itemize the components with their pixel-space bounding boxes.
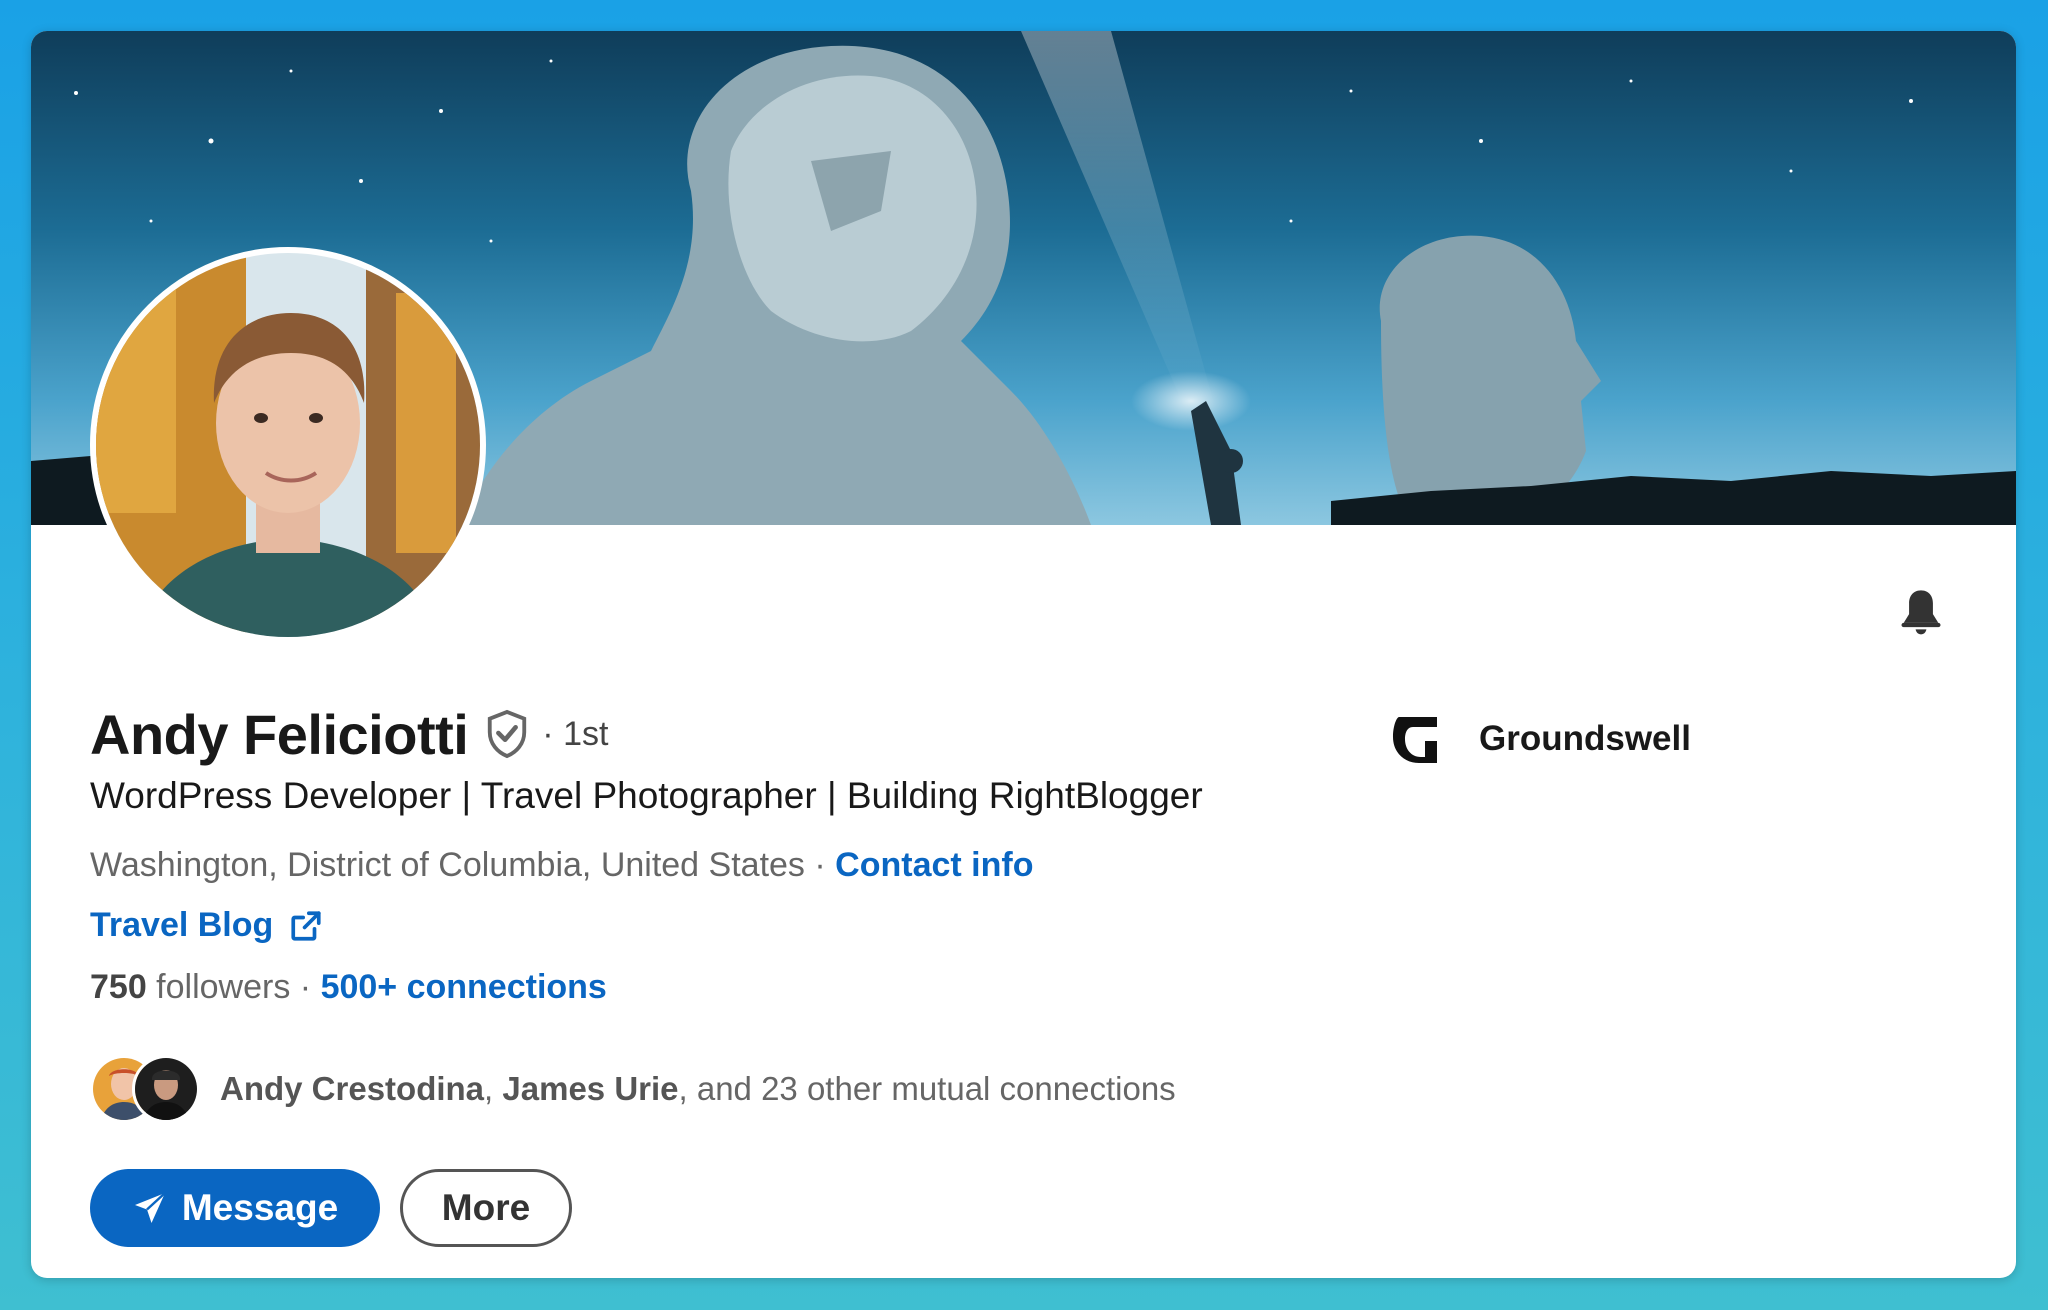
more-button[interactable]: More — [400, 1169, 572, 1247]
company-name: Groundswell — [1479, 719, 1691, 758]
action-buttons: Message More — [90, 1169, 572, 1247]
contact-info-link[interactable]: Contact info — [835, 846, 1033, 884]
profile-photo[interactable] — [90, 247, 486, 643]
message-button[interactable]: Message — [90, 1169, 380, 1247]
groundswell-logo-icon — [1389, 711, 1445, 767]
mutual-name-1: Andy Crestodina — [220, 1070, 485, 1107]
name-row: Andy Feliciotti · 1st — [90, 699, 608, 769]
connection-degree: · 1st — [542, 714, 609, 753]
profile-name: Andy Feliciotti — [90, 702, 469, 766]
followers-label: followers — [146, 968, 291, 1006]
profile-card: Andy Feliciotti · 1st WordPress Develope… — [31, 31, 2016, 1278]
profile-headline: WordPress Developer | Travel Photographe… — [90, 775, 1203, 816]
travel-blog-link[interactable]: Travel Blog — [90, 906, 273, 945]
notifications-bell-button[interactable] — [1893, 584, 1949, 640]
stats-row: 750 followers · 500+ connections — [90, 968, 607, 1007]
website-row: Travel Blog — [90, 906, 323, 945]
mutual-rest: , and 23 other mutual connections — [678, 1070, 1176, 1107]
connections-link[interactable]: 500+ connections — [321, 968, 607, 1006]
message-label: Message — [181, 1187, 339, 1228]
location-separator: · — [804, 846, 836, 884]
verified-badge-icon[interactable] — [484, 709, 530, 759]
stats-separator: · — [290, 968, 321, 1006]
external-link-icon[interactable] — [289, 909, 323, 943]
location-text: Washington, District of Columbia, United… — [90, 846, 805, 884]
paper-plane-icon — [132, 1190, 168, 1226]
mutual-name-2: James Urie — [502, 1070, 679, 1107]
mutual-avatar-2 — [132, 1055, 200, 1123]
mutual-separator: , — [484, 1070, 503, 1107]
mutual-connections-text: Andy Crestodina, James Urie, and 23 othe… — [220, 1070, 1176, 1108]
current-company[interactable]: Groundswell — [1389, 703, 1691, 775]
mutual-connections[interactable]: Andy Crestodina, James Urie, and 23 othe… — [90, 1053, 1176, 1125]
followers-count: 750 — [90, 968, 147, 1006]
bell-icon — [1901, 590, 1941, 635]
location-row: Washington, District of Columbia, United… — [90, 846, 1033, 885]
